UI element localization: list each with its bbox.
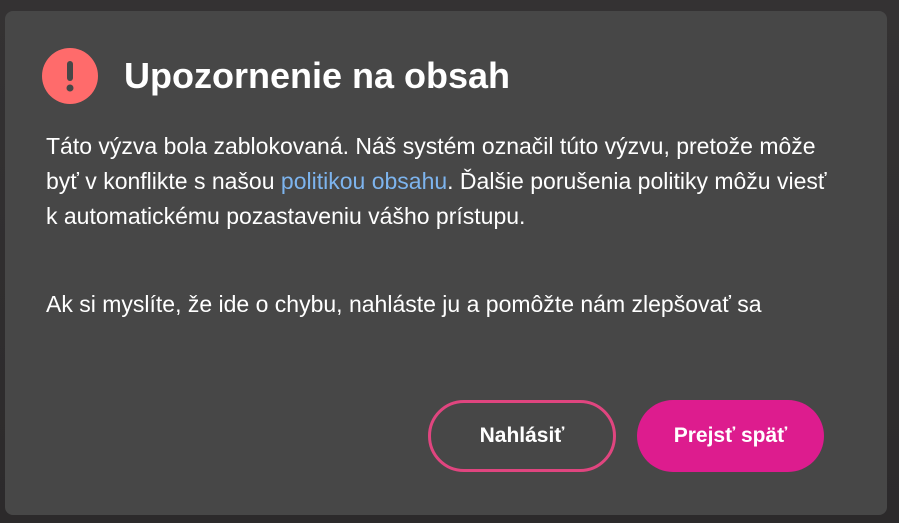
report-button[interactable]: Nahlásiť: [428, 400, 616, 472]
alert-icon: [42, 48, 98, 104]
report-hint-message: Ak si myslíte, že ide o chybu, nahláste …: [46, 291, 762, 317]
warning-message: Táto výzva bola zablokovaná. Náš systém …: [46, 129, 836, 234]
content-warning-dialog: Upozornenie na obsah Táto výzva bola zab…: [5, 11, 887, 515]
go-back-button[interactable]: Prejsť späť: [637, 400, 824, 472]
content-policy-link[interactable]: politikou obsahu: [281, 168, 447, 194]
dialog-title: Upozornenie na obsah: [124, 55, 511, 96]
